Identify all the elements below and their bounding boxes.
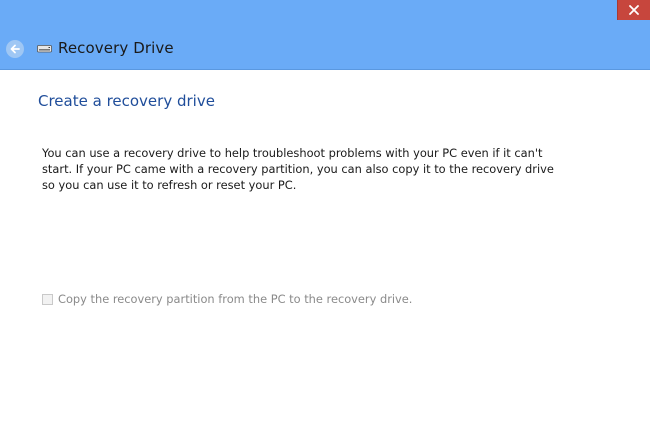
page-heading: Create a recovery drive [38,92,215,110]
main-content: Create a recovery drive You can use a re… [0,70,650,424]
title-bar: Recovery Drive [0,0,650,70]
window-title: Recovery Drive [58,39,174,57]
close-button[interactable] [617,0,650,20]
drive-icon [37,45,52,53]
back-arrow-icon [10,44,20,54]
back-button[interactable] [6,40,24,58]
close-icon [629,5,639,15]
description-text: You can use a recovery drive to help tro… [42,146,554,192]
copy-partition-option: Copy the recovery partition from the PC … [42,292,412,306]
copy-partition-label: Copy the recovery partition from the PC … [58,292,413,306]
recovery-drive-window: Recovery Drive Create a recovery drive Y… [0,0,650,424]
copy-partition-checkbox [42,293,53,305]
